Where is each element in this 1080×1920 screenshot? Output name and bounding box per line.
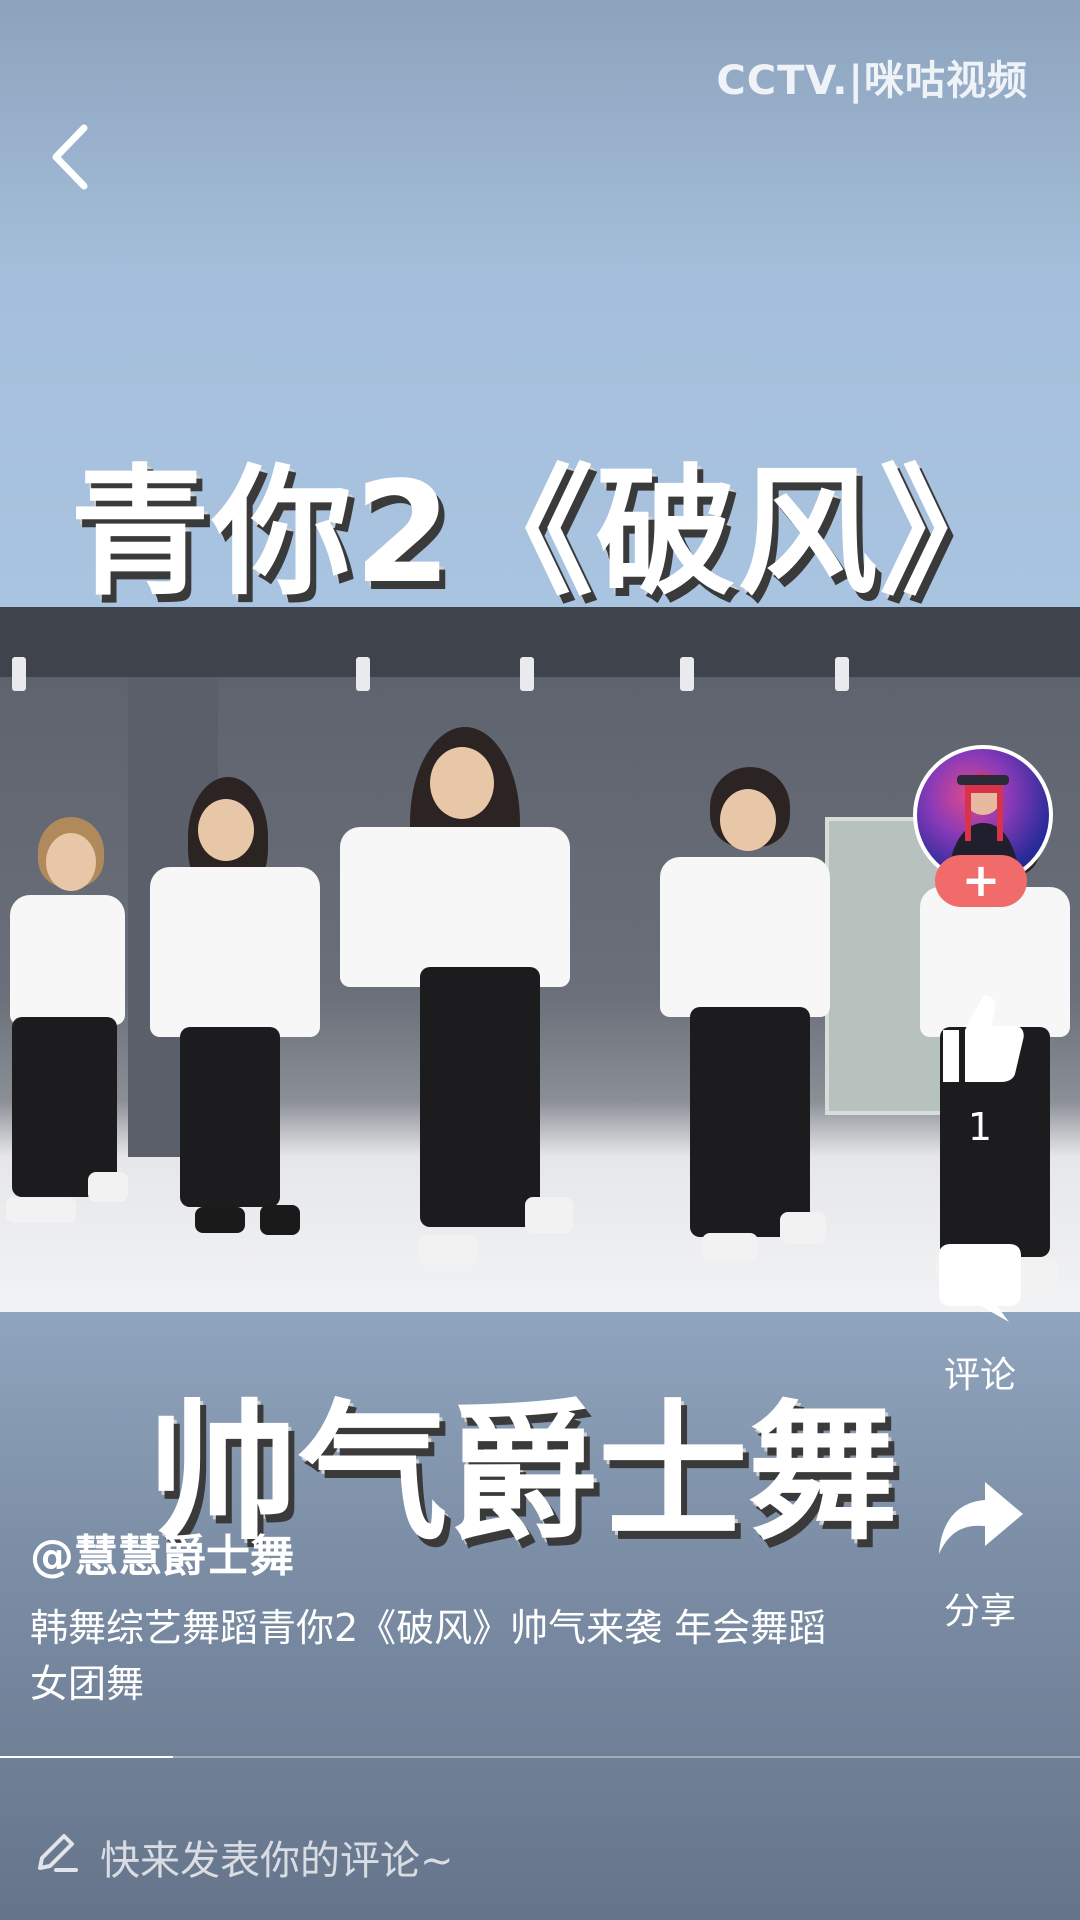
- share-arrow-icon: [939, 1482, 1023, 1554]
- ceiling-lamp: [12, 657, 26, 691]
- ceiling-lamp: [835, 657, 849, 691]
- share-label: 分享: [943, 1591, 1016, 1632]
- comment-input-placeholder: 快来发表你的评论~: [100, 1838, 454, 1884]
- dancer: [320, 727, 600, 1287]
- video-player[interactable]: [0, 607, 1080, 1312]
- video-title-overlay-bottom: 帅气爵士舞: [148, 1387, 899, 1561]
- share-button[interactable]: [935, 1478, 1025, 1558]
- comment-input[interactable]: 快来发表你的评论~: [0, 1790, 1080, 1920]
- like-count: 1: [967, 1105, 993, 1149]
- video-progress-bar[interactable]: [0, 1756, 1080, 1758]
- comment-button[interactable]: [935, 1240, 1025, 1325]
- author-handle[interactable]: @慧慧爵士舞: [30, 1520, 294, 1584]
- studio-ceiling: [0, 607, 1080, 677]
- thumbs-up-icon: [943, 995, 1024, 1082]
- channel-watermark: CCTV.|咪咕视频: [716, 58, 1028, 104]
- follow-button[interactable]: +: [935, 855, 1027, 907]
- dancer: [140, 777, 340, 1247]
- ceiling-lamp: [680, 657, 694, 691]
- video-progress-fill: [0, 1756, 173, 1758]
- ceiling-lamp: [356, 657, 370, 691]
- video-title-overlay-top: 青你2《破风》: [70, 452, 1022, 615]
- back-button[interactable]: [46, 122, 96, 192]
- video-description: 韩舞综艺舞蹈青你2《破风》帅气来袭 年会舞蹈女团舞: [30, 1606, 827, 1706]
- like-button[interactable]: [935, 990, 1025, 1085]
- speech-bubble-icon: [939, 1244, 1021, 1322]
- pencil-icon: [38, 1834, 78, 1872]
- dancer: [650, 767, 850, 1287]
- ceiling-lamp: [520, 657, 534, 691]
- comment-label: 评论: [943, 1355, 1016, 1396]
- chevron-left-icon: [52, 124, 88, 190]
- dancer: [0, 817, 140, 1237]
